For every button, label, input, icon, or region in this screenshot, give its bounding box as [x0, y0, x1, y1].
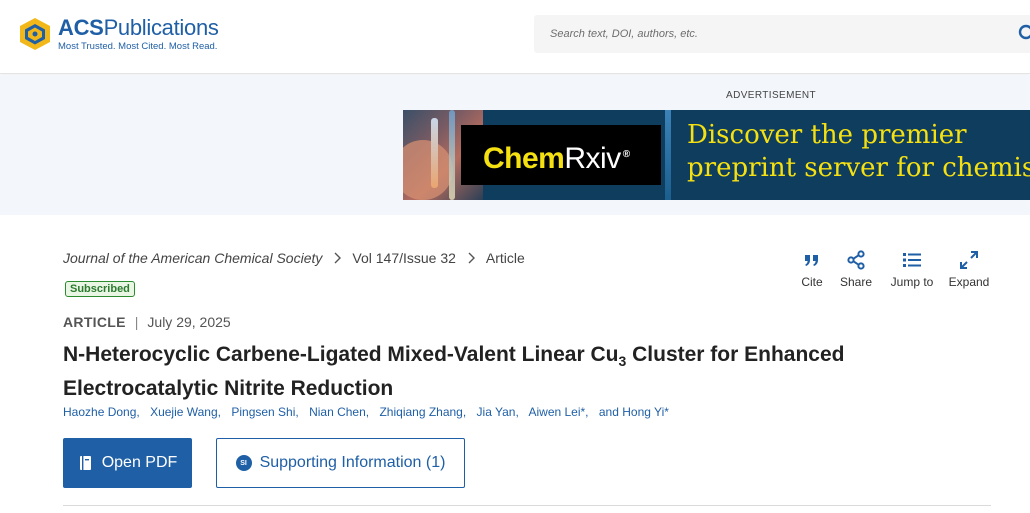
author-link[interactable]: Nian Chen, [309, 405, 369, 419]
breadcrumb-issue[interactable]: Vol 147/Issue 32 [352, 250, 456, 266]
search-icon[interactable] [1018, 24, 1030, 44]
book-icon [79, 456, 91, 470]
author-link[interactable]: Zhiqiang Zhang, [379, 405, 466, 419]
chevron-right-icon [334, 252, 342, 264]
logo-tagline: Most Trusted. Most Cited. Most Read. [58, 40, 218, 52]
author-link[interactable]: Xuejie Wang, [150, 405, 221, 419]
expand-button[interactable]: Expand [944, 250, 994, 289]
article-meta: ARTICLE | July 29, 2025 [63, 314, 231, 330]
advertisement-area: ADVERTISEMENT ChemRxiv ® Discover the pre… [0, 75, 1030, 215]
expand-icon [960, 251, 978, 269]
search-bar [534, 15, 1030, 53]
list-icon [903, 253, 921, 267]
breadcrumb-journal[interactable]: Journal of the American Chemical Society [63, 250, 322, 266]
quote-icon [805, 255, 818, 266]
meta-separator: | [134, 314, 139, 330]
author-link[interactable]: and Hong Yi* [599, 405, 669, 419]
cite-button[interactable]: Cite [790, 250, 834, 289]
logo-wordmark: ACSPublications [58, 14, 219, 40]
jump-to-button[interactable]: Jump to [882, 250, 942, 289]
supporting-information-button[interactable]: SI Supporting Information (1) [216, 438, 465, 488]
author-list: Haozhe Dong, Xuejie Wang, Pingsen Shi, N… [63, 405, 676, 419]
chemrxiv-ad-banner[interactable]: ChemRxiv ® Discover the premier preprint … [403, 110, 1030, 200]
author-link[interactable]: Aiwen Lei*, [528, 405, 588, 419]
article-title: N-Heterocyclic Carbene-Ligated Mixed-Val… [63, 343, 845, 401]
article-tools: Cite Share Jump to Expand [790, 250, 994, 289]
publication-date: July 29, 2025 [147, 314, 231, 330]
breadcrumb: Journal of the American Chemical Society… [63, 250, 525, 266]
acs-logo[interactable]: ACSPublications Most Trusted. Most Cited… [16, 15, 219, 53]
author-link[interactable]: Pingsen Shi, [231, 405, 298, 419]
section-divider [63, 505, 991, 506]
si-icon: SI [235, 455, 252, 471]
author-link[interactable]: Haozhe Dong, [63, 405, 140, 419]
author-link[interactable]: Jia Yan, [477, 405, 519, 419]
access-badge: Subscribed [65, 281, 135, 297]
chevron-right-icon [468, 252, 475, 264]
search-input[interactable] [534, 15, 1004, 53]
breadcrumb-section: Article [485, 250, 525, 266]
share-icon [847, 250, 865, 270]
ad-tagline: Discover the premier preprint server for… [687, 120, 1030, 183]
open-pdf-button[interactable]: Open PDF [63, 438, 192, 488]
chemrxiv-logo: ChemRxiv ® [461, 125, 661, 185]
acs-hexagon-logo-icon [20, 18, 50, 50]
article-type: ARTICLE [63, 314, 126, 330]
site-header: ACSPublications Most Trusted. Most Cited… [0, 0, 1030, 74]
share-button[interactable]: Share [836, 250, 876, 289]
advertisement-label: ADVERTISEMENT [726, 90, 817, 101]
